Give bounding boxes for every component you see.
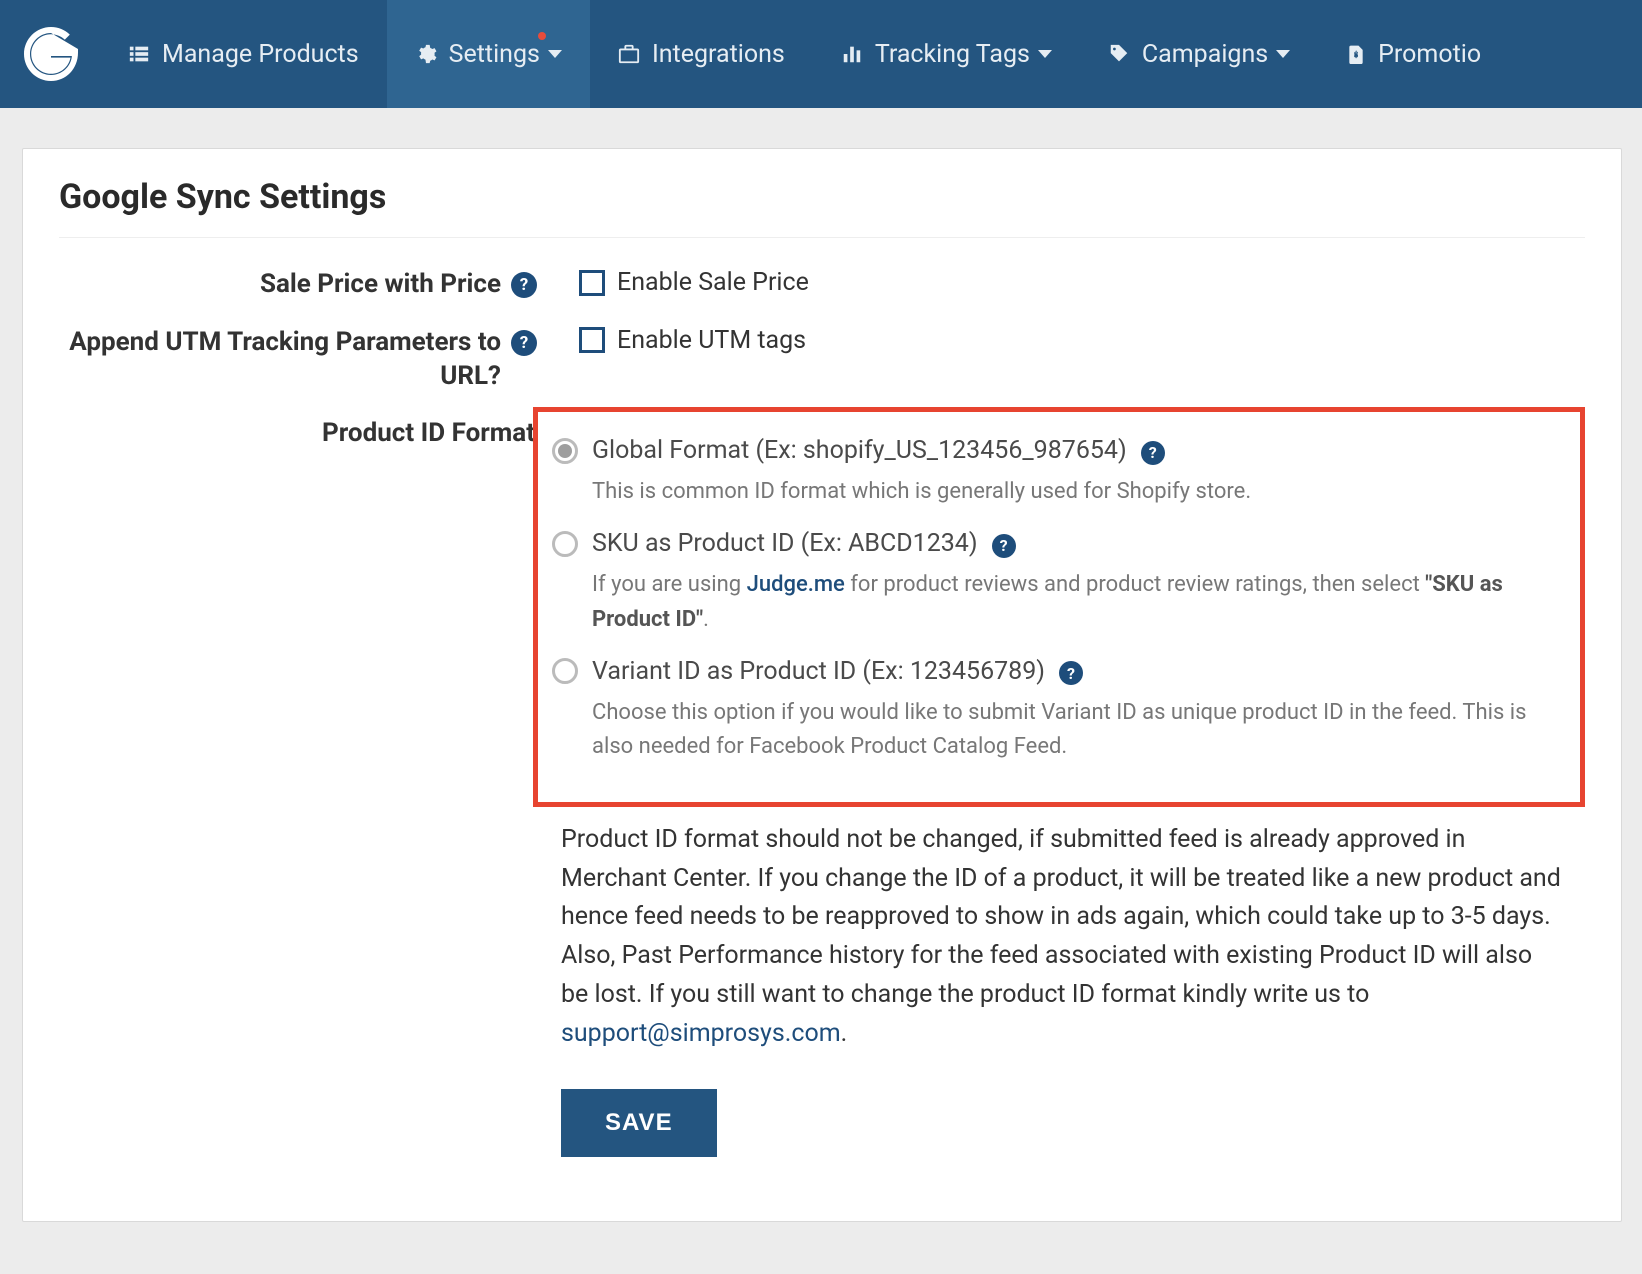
row-sale-price: Sale Price with Price ? Enable Sale Pric… (59, 268, 1585, 302)
list-icon (128, 43, 150, 65)
help-icon[interactable]: ? (511, 330, 537, 356)
utm-label: Append UTM Tracking Parameters to URL? (61, 326, 501, 394)
top-navbar: Manage Products Settings Integrations Tr… (0, 0, 1642, 108)
row-product-id: Product ID Format Global Format (Ex: sho… (59, 417, 1585, 1157)
nav-label: Campaigns (1142, 40, 1268, 69)
support-email-link[interactable]: support@simprosys.com (561, 1019, 841, 1048)
nav-label: Tracking Tags (875, 40, 1030, 69)
radio-option-global: Global Format (Ex: shopify_US_123456_987… (552, 436, 1554, 509)
gear-icon (415, 43, 437, 65)
app-logo[interactable] (18, 0, 100, 108)
product-id-options-highlight: Global Format (Ex: shopify_US_123456_987… (533, 407, 1585, 806)
nav-settings[interactable]: Settings (387, 0, 590, 108)
chevron-down-icon (548, 50, 562, 58)
radio-label: Variant ID as Product ID (Ex: 123456789) (592, 657, 1045, 686)
sale-price-label: Sale Price with Price (260, 268, 501, 302)
sale-price-checkbox[interactable] (579, 270, 605, 296)
settings-card: Google Sync Settings Sale Price with Pri… (22, 148, 1622, 1222)
notification-dot (538, 32, 546, 40)
nav-label: Manage Products (162, 40, 359, 69)
help-icon[interactable]: ? (1141, 441, 1165, 465)
utm-checkbox-label: Enable UTM tags (617, 326, 806, 355)
radio-description: Choose this option if you would like to … (592, 696, 1554, 764)
nav-label: Integrations (652, 40, 785, 69)
chevron-down-icon (1038, 50, 1052, 58)
radio-label: Global Format (Ex: shopify_US_123456_987… (592, 436, 1127, 465)
help-icon[interactable]: ? (992, 534, 1016, 558)
radio-label: SKU as Product ID (Ex: ABCD1234) (592, 529, 978, 558)
help-icon[interactable]: ? (511, 272, 537, 298)
radio-description: If you are using Judge.me for product re… (592, 568, 1554, 636)
product-id-label: Product ID Format (322, 417, 535, 451)
row-utm: Append UTM Tracking Parameters to URL? ?… (59, 326, 1585, 394)
svg-text:$: $ (1354, 49, 1359, 60)
nav-integrations[interactable]: Integrations (590, 0, 813, 108)
tag-icon (1108, 43, 1130, 65)
page-title: Google Sync Settings (59, 177, 1585, 238)
sale-price-checkbox-label: Enable Sale Price (617, 268, 809, 297)
document-icon: $ (1346, 43, 1366, 65)
help-icon[interactable]: ? (1059, 661, 1083, 685)
google-g-icon (24, 27, 78, 81)
nav-campaigns[interactable]: Campaigns (1080, 0, 1318, 108)
briefcase-icon (618, 43, 640, 65)
radio-description: This is common ID format which is genera… (592, 475, 1554, 509)
judgeme-link[interactable]: Judge.me (747, 572, 845, 597)
nav-label: Settings (449, 40, 540, 69)
chevron-down-icon (1276, 50, 1290, 58)
radio-sku[interactable] (552, 531, 578, 557)
nav-tracking-tags[interactable]: Tracking Tags (813, 0, 1080, 108)
nav-manage-products[interactable]: Manage Products (100, 0, 387, 108)
radio-option-variant: Variant ID as Product ID (Ex: 123456789)… (552, 657, 1554, 764)
bar-chart-icon (841, 43, 863, 65)
nav-promotions[interactable]: $ Promotio (1318, 0, 1509, 108)
utm-checkbox[interactable] (579, 327, 605, 353)
radio-variant-id[interactable] (552, 658, 578, 684)
nav-label: Promotio (1378, 40, 1481, 69)
radio-global-format[interactable] (552, 438, 578, 464)
save-button[interactable]: SAVE (561, 1089, 717, 1157)
radio-option-sku: SKU as Product ID (Ex: ABCD1234) ? If yo… (552, 529, 1554, 636)
product-id-note: Product ID format should not be changed,… (561, 821, 1561, 1054)
